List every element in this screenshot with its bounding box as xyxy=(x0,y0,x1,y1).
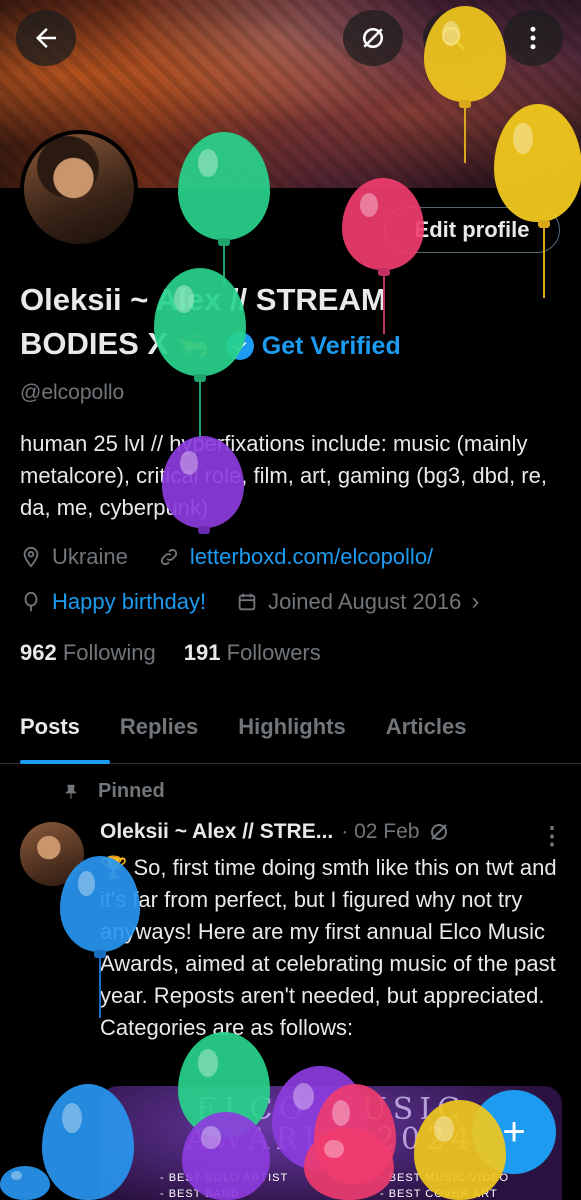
balloon-knot xyxy=(194,374,206,382)
edit-profile-label: Edit profile xyxy=(414,217,530,242)
balloon-knot xyxy=(459,100,471,108)
strikethrough-circle-icon xyxy=(363,28,383,48)
balloon-knot xyxy=(198,526,210,534)
get-verified-button[interactable]: Get Verified xyxy=(225,324,401,368)
birthday-balloon xyxy=(42,1084,134,1200)
balloon-string xyxy=(99,958,101,1018)
balloon-string xyxy=(543,228,545,298)
profile-handle: @elcopollo xyxy=(20,381,125,404)
balloon-knot xyxy=(538,220,550,228)
calendar-icon xyxy=(238,593,256,611)
profile-meta-row-2: Happy birthday! Joined August 2016 › xyxy=(20,588,479,616)
post-author-name[interactable]: Oleksii ~ Alex // STRE... xyxy=(100,820,333,844)
balloon-string xyxy=(464,108,466,163)
chevron-right-icon[interactable]: › xyxy=(471,588,479,616)
balloon-knot xyxy=(94,950,106,958)
birthday-balloon xyxy=(154,268,246,376)
balloon-knot xyxy=(378,268,390,276)
get-verified-label: Get Verified xyxy=(261,331,401,360)
arrow-left-icon xyxy=(36,28,56,48)
profile-website-link[interactable]: letterboxd.com/elcopollo/ xyxy=(190,544,433,570)
location-pin-icon xyxy=(23,546,39,568)
birthday-balloon xyxy=(304,1128,394,1200)
pinned-indicator: Pinned xyxy=(62,780,165,803)
tab-highlights[interactable]: Highlights xyxy=(218,700,366,763)
joined-date: Joined August 2016 xyxy=(268,589,462,614)
back-button[interactable] xyxy=(16,10,76,66)
birthday-balloon xyxy=(424,6,506,102)
profile-location: Ukraine xyxy=(52,544,128,569)
profile-tabs: Posts Replies Highlights Articles xyxy=(0,700,581,764)
tab-replies[interactable]: Replies xyxy=(100,700,218,763)
following-link[interactable]: 962 Following xyxy=(20,640,156,666)
more-options-button[interactable] xyxy=(503,10,563,66)
post-header: Oleksii ~ Alex // STRE... · 02 Feb xyxy=(100,820,451,844)
following-label: Following xyxy=(62,640,156,665)
balloon-string xyxy=(383,276,385,334)
more-vertical-icon xyxy=(530,26,536,50)
birthday-balloon xyxy=(60,856,140,952)
strikethrough-circle-icon xyxy=(431,824,448,840)
birthday-balloon xyxy=(0,1166,50,1200)
profile-meta-row-1: Ukraine letterboxd.com/elcopollo/ xyxy=(20,544,433,570)
followers-link[interactable]: 191 Followers xyxy=(184,640,321,666)
birthday-balloon xyxy=(414,1100,506,1200)
link-icon xyxy=(160,548,177,566)
sync-toggle-button[interactable] xyxy=(343,10,403,66)
post-more-icon[interactable]: ⋮ xyxy=(540,822,564,851)
balloon-icon xyxy=(24,591,38,612)
follow-counts: 962 Following 191 Followers xyxy=(20,640,321,666)
birthday-balloon xyxy=(162,436,244,528)
pin-icon xyxy=(65,784,77,799)
followers-label: Followers xyxy=(226,640,321,665)
birthday-balloon xyxy=(494,104,581,222)
profile-bio: human 25 lvl // hyperfixations include: … xyxy=(20,431,547,520)
tab-articles[interactable]: Articles xyxy=(366,700,487,763)
birthday-balloon xyxy=(182,1112,270,1200)
profile-avatar[interactable] xyxy=(20,130,138,248)
post-text: 🏆 So, first time doing smth like this on… xyxy=(100,855,557,1040)
plus-icon: + xyxy=(502,1109,526,1154)
followers-count: 191 xyxy=(183,640,221,665)
balloon-knot xyxy=(218,238,230,246)
birthday-balloon xyxy=(342,178,424,270)
tab-posts[interactable]: Posts xyxy=(0,700,110,764)
birthday-balloon xyxy=(178,132,270,240)
balloon-string xyxy=(199,382,201,442)
birthday-text[interactable]: Happy birthday! xyxy=(52,589,206,615)
pinned-label: Pinned xyxy=(98,780,165,802)
following-count: 962 xyxy=(20,640,57,665)
post-date: · 02 Feb xyxy=(341,820,420,843)
display-name: Oleksii ~ Alex // STREAM BODIES X 🦐 Get … xyxy=(20,278,490,368)
